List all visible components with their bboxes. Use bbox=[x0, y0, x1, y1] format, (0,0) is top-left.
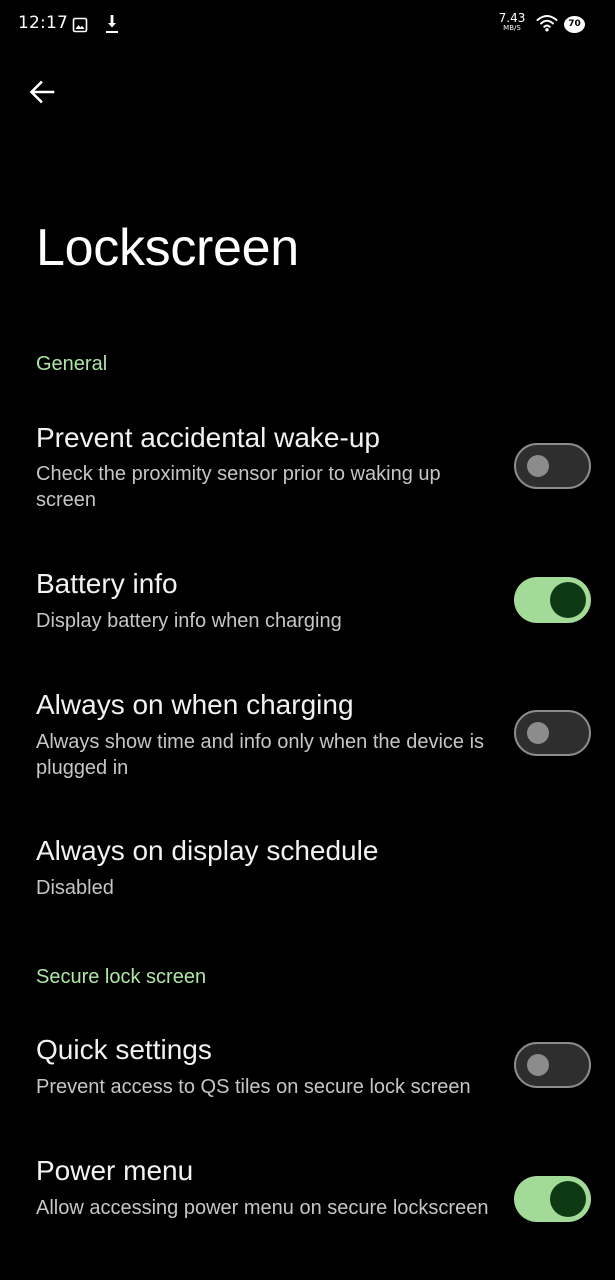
back-button[interactable] bbox=[18, 68, 66, 116]
pref-summary: Disabled bbox=[36, 877, 114, 899]
network-speed-value: 7.43 bbox=[498, 11, 526, 25]
pref-power-menu[interactable]: Power menu Allow accessing power menu on… bbox=[0, 1142, 615, 1262]
pref-summary: Check the proximity sensor prior to waki… bbox=[36, 463, 441, 511]
network-speed: 7.43 MB/S bbox=[496, 12, 528, 32]
pref-battery-info[interactable]: Battery info Display battery info when c… bbox=[0, 555, 615, 645]
pref-title: Always on display schedule bbox=[36, 835, 379, 866]
download-icon bbox=[106, 15, 118, 33]
switch-thumb bbox=[527, 455, 549, 477]
status-time: 12:17 bbox=[18, 13, 68, 33]
pref-always-on-when-charging[interactable]: Always on when charging Always show time… bbox=[0, 676, 615, 796]
pref-summary: Allow accessing power menu on secure loc… bbox=[36, 1197, 489, 1219]
battery-icon: 70 bbox=[564, 16, 585, 33]
pref-quick-settings[interactable]: Quick settings Prevent access to QS tile… bbox=[0, 1021, 615, 1111]
toggle-switch-always-on-when-charging[interactable] bbox=[514, 710, 591, 756]
pref-prevent-accidental-wakeup[interactable]: Prevent accidental wake-up Check the pro… bbox=[0, 408, 615, 528]
pref-summary: Display battery info when charging bbox=[36, 610, 342, 632]
toggle-switch-prevent-accidental-wakeup[interactable] bbox=[514, 443, 591, 489]
wifi-icon bbox=[536, 15, 558, 32]
section-header-secure-lock-screen: Secure lock screen bbox=[36, 966, 207, 988]
image-icon bbox=[72, 17, 88, 33]
switch-thumb bbox=[550, 582, 586, 618]
pref-summary: Prevent access to QS tiles on secure loc… bbox=[36, 1076, 471, 1098]
arrow-back-icon bbox=[29, 80, 55, 104]
page-title: Lockscreen bbox=[36, 219, 299, 277]
toggle-switch-quick-settings[interactable] bbox=[514, 1042, 591, 1088]
toggle-switch-battery-info[interactable] bbox=[514, 577, 591, 623]
toggle-switch-power-menu[interactable] bbox=[514, 1176, 591, 1222]
switch-thumb bbox=[527, 1054, 549, 1076]
pref-title: Quick settings bbox=[36, 1034, 212, 1065]
pref-title: Power menu bbox=[36, 1155, 194, 1186]
section-header-general: General bbox=[36, 353, 108, 375]
switch-thumb bbox=[527, 722, 549, 744]
status-bar: 12:17 7.43 MB/S 70 bbox=[0, 0, 615, 48]
switch-thumb bbox=[550, 1181, 586, 1217]
pref-title: Prevent accidental wake-up bbox=[36, 422, 380, 453]
network-speed-unit: MB/S bbox=[503, 24, 521, 32]
pref-title: Always on when charging bbox=[36, 689, 354, 720]
pref-title: Battery info bbox=[36, 568, 178, 599]
pref-summary: Always show time and info only when the … bbox=[36, 731, 485, 779]
pref-always-on-display-schedule[interactable]: Always on display schedule Disabled bbox=[0, 822, 615, 917]
